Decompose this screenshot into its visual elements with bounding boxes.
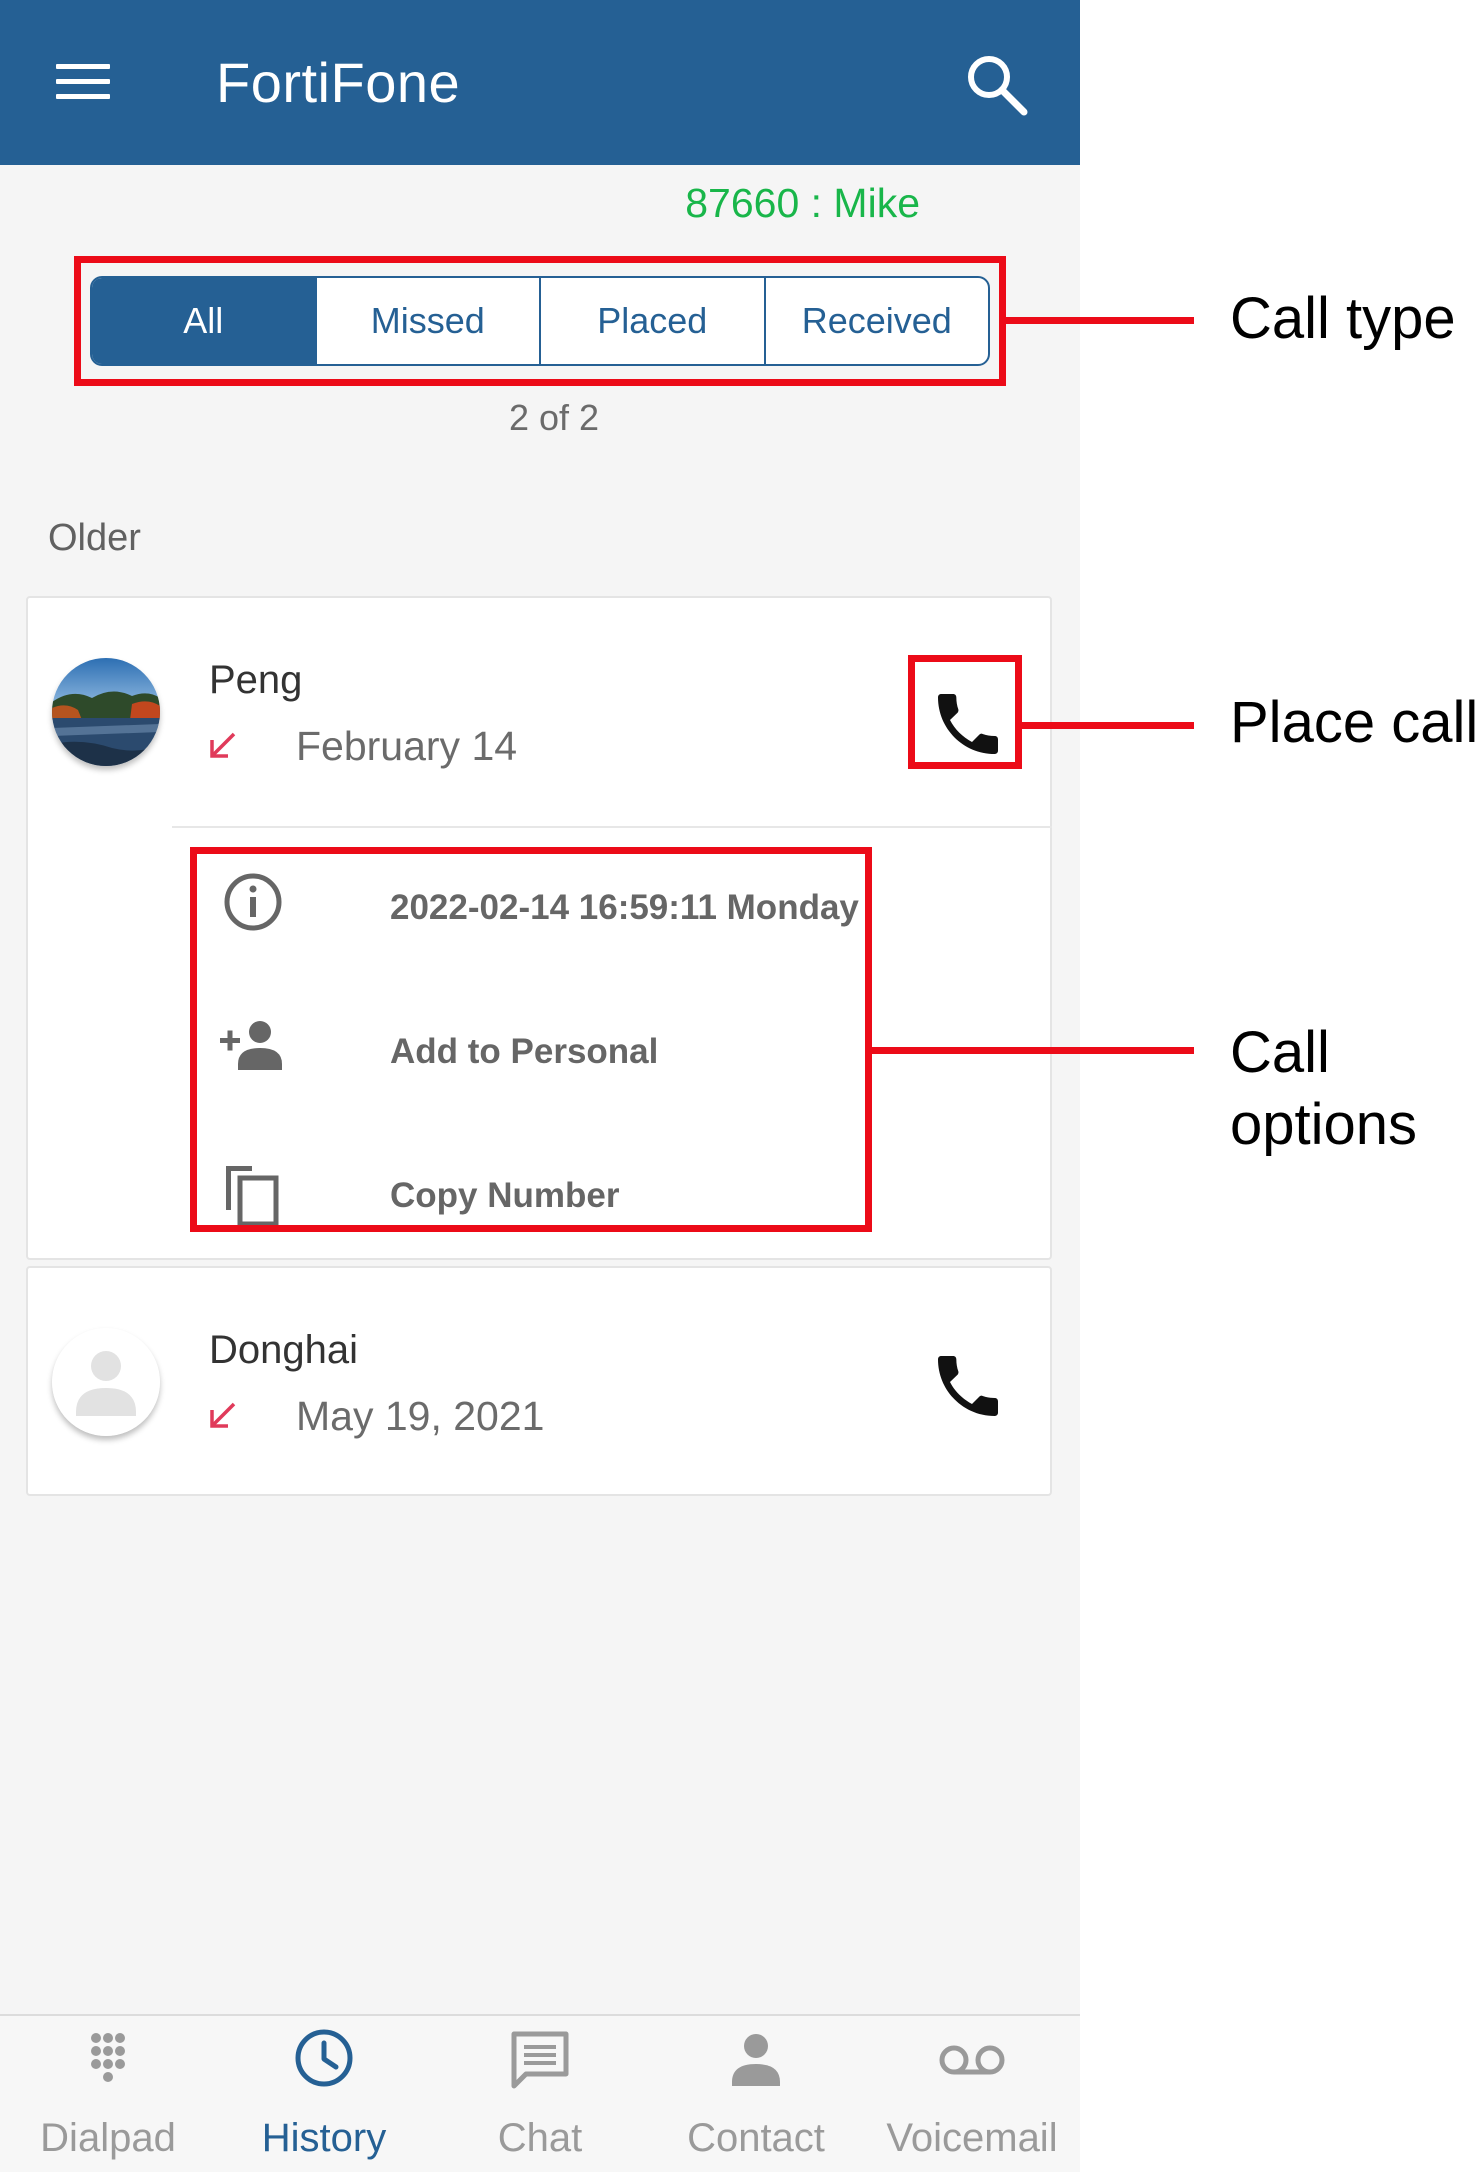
nav-voicemail[interactable]: Voicemail [864, 2016, 1080, 2172]
menu-icon[interactable] [52, 58, 116, 106]
nav-label: Chat [497, 2116, 583, 2160]
nav-label: Voicemail [886, 2116, 1058, 2160]
current-user-label: 87660 : Mike [685, 180, 920, 226]
bottom-nav: Dialpad History Chat Contact Voicemail [0, 2014, 1080, 2172]
call-type-highlight [74, 256, 1006, 386]
app-title: FortiFone [216, 51, 461, 114]
app-bar: FortiFone [0, 0, 1080, 165]
page-count: 2 of 2 [508, 397, 600, 438]
dialpad-icon [91, 2033, 125, 2082]
phone-icon[interactable] [928, 1346, 1008, 1426]
avatar [52, 1328, 160, 1436]
place-call-connector [1022, 722, 1194, 729]
nav-label: Dialpad [40, 2116, 176, 2160]
call-history-item[interactable]: Donghai May 19, 2021 [26, 1266, 1052, 1496]
contact-name: Donghai [209, 1328, 359, 1372]
nav-contact[interactable]: Contact [648, 2016, 864, 2172]
nav-chat[interactable]: Chat [432, 2016, 648, 2172]
nav-label: Contact [687, 2116, 825, 2160]
call-date: May 19, 2021 [296, 1393, 545, 1439]
call-options-highlight [190, 847, 872, 1232]
call-options-connector [872, 1047, 1194, 1054]
section-header: Older [48, 517, 141, 559]
incoming-arrow-icon [210, 732, 236, 758]
chat-icon [511, 2031, 569, 2089]
call-type-connector [1006, 317, 1194, 324]
call-type-annotation: Call type [1230, 286, 1456, 351]
person-icon [732, 2034, 780, 2086]
incoming-arrow-icon [210, 1402, 236, 1428]
nav-history[interactable]: History [216, 2016, 432, 2172]
call-options-annotation-line1: Call [1230, 1020, 1330, 1085]
contact-name: Peng [209, 658, 303, 702]
divider [172, 826, 1052, 828]
voicemail-icon [939, 2045, 1005, 2075]
nav-label: History [261, 2116, 387, 2160]
nav-dialpad[interactable]: Dialpad [0, 2016, 216, 2172]
call-options-annotation-line2: options [1230, 1092, 1418, 1157]
search-icon[interactable] [962, 50, 1032, 120]
clock-icon [295, 2029, 353, 2087]
place-call-annotation: Place call [1230, 690, 1479, 755]
avatar [52, 658, 160, 766]
call-date: February 14 [296, 723, 518, 769]
place-call-highlight [908, 655, 1022, 769]
